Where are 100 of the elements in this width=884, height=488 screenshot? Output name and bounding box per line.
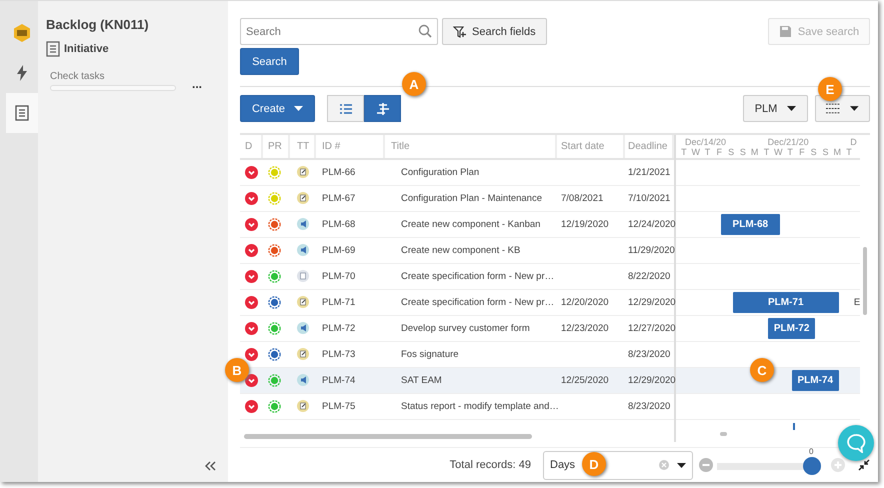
task-label: Check tasks [50,71,106,82]
chevron-circle-icon[interactable] [245,348,258,361]
day-label: T [845,146,853,157]
caret-icon [850,106,859,112]
slider-thumb[interactable] [803,457,821,476]
day-label: M [832,146,842,157]
week-label: Dec/14/20 [685,136,726,147]
id-cell-text: PLM-69 [321,244,356,258]
note-icon [297,348,309,360]
day-label: S [810,146,818,157]
gantt-bar[interactable]: PLM-68 [720,214,780,235]
scrollbar-thumb[interactable] [720,432,727,436]
note-icon [297,296,309,308]
chevron-circle-icon[interactable] [245,400,258,413]
gantt-bar[interactable]: PLM-71 [732,292,839,313]
search-field[interactable]: Search [240,18,438,45]
gantt-view-button[interactable] [364,95,401,122]
task-row[interactable]: PLM-67 Configuration Plan - Maintenance 7/08/2021 7/10/2021 [240,186,674,212]
task-row[interactable]: PLM-69 Create new component - KB 11/29/2020 [240,238,674,264]
week-label: D [850,136,857,147]
deadline-cell-text: 12/24/2020 [627,218,674,232]
title-cell-text: SAT EAM [400,374,443,388]
gantt-icon [376,102,388,115]
page-icon [297,270,309,282]
callout-badge: C [750,358,774,382]
filter-icon [453,26,466,38]
callout-badge: D [582,452,606,476]
id-cell-text: PLM-67 [321,192,356,206]
search-fields-button[interactable]: Search fields [442,18,547,45]
megaphone-icon [297,322,309,334]
id-cell-text: PLM-68 [321,218,356,232]
task-row[interactable]: PLM-74 SAT EAM 12/25/2020 12/29/2020 [240,368,674,394]
zoom-reading: 0 [809,447,814,458]
gantt-bar[interactable]: PLM-74 [792,370,839,391]
task-row[interactable]: PLM-75 Status report - modify template and… 8/23/2020 [240,394,674,420]
day-label: T [680,146,688,157]
title-cell-text: Status report - modify template and… [400,400,557,414]
collapse-sidebar-icon[interactable] [204,461,216,471]
chevron-circle-icon[interactable] [245,374,258,387]
megaphone-icon [297,218,309,230]
more-button[interactable]: ... [192,77,202,91]
task-row[interactable]: PLM-70 Create specification form - New pr… 8/22/2020 [240,264,674,290]
initiative-label: Initiative [64,43,109,55]
deadline-cell-text: 12/29/2020 [627,374,674,388]
caret-icon [787,106,796,112]
project-dropdown[interactable]: PLM [743,95,808,122]
shrink-icon[interactable] [858,459,870,472]
day-label: W [773,146,784,157]
column-settings-button[interactable] [815,95,870,122]
day-label: W [690,146,701,157]
callout-badge: A [402,72,426,96]
day-label: S [821,146,830,157]
task-row[interactable]: PLM-72 Develop survey customer form 12/23/2020 12/27/2020 [240,316,674,342]
task-row[interactable]: PLM-71 Create specification form - New pr… 12/20/2020 12/29/2020 [240,290,674,316]
timeline-marker [793,422,794,430]
speech-bubble-icon [846,433,866,453]
list-view-button[interactable] [327,95,364,122]
gantt-bar[interactable]: PLM-72 [768,318,816,339]
deadline-cell-text: 12/27/2020 [627,322,674,336]
chevron-circle-icon[interactable] [245,322,258,335]
chevron-circle-icon[interactable] [245,296,258,309]
caret-icon [677,462,686,468]
scrollbar-thumb[interactable] [863,246,867,315]
id-cell-text: PLM-66 [321,166,356,180]
title-cell-text: Develop survey customer form [400,322,531,336]
deadline-cell-text: 8/22/2020 [627,270,672,284]
day-label: F [798,146,806,157]
title-cell-text: Configuration Plan - Maintenance [400,192,544,206]
chevron-circle-icon[interactable] [245,192,258,205]
id-cell-text: PLM-70 [321,270,356,284]
scrollbar-thumb[interactable] [244,434,532,440]
task-row[interactable]: PLM-66 Configuration Plan 1/21/2021 [240,160,674,186]
note-icon [297,192,309,204]
chevron-circle-icon[interactable] [245,270,258,283]
dashed-lines-icon [826,103,840,114]
day-label: S [727,146,736,157]
start-date-cell: 7/08/2021 [561,192,604,204]
caret-icon [294,106,304,112]
hexagon-logo-icon [13,24,31,42]
id-cell-text: PLM-74 [321,374,356,388]
id-cell-text: PLM-75 [321,400,356,414]
total-records: Total records: 49 [450,459,531,472]
note-icon [297,166,309,178]
chevron-circle-icon[interactable] [245,166,258,179]
id-cell-text: PLM-73 [321,348,356,362]
start-date-cell: 12/20/2020 [561,296,609,308]
day-label: T [786,146,794,157]
chevron-circle-icon[interactable] [245,244,258,257]
megaphone-icon [297,244,309,256]
rail-tab[interactable] [6,93,38,133]
start-date-cell: 12/25/2020 [561,374,609,386]
callout-badge: E [818,77,842,101]
day-label: F [716,146,724,157]
deadline-cell-text: 8/23/2020 [627,348,672,362]
search-button[interactable]: Search [240,48,299,75]
chevron-circle-icon[interactable] [245,218,258,231]
list-icon [340,104,352,114]
create-button[interactable]: Create [240,95,315,122]
search-icon [418,24,432,38]
task-row[interactable]: PLM-68 Create new component - Kanban 12/19/2020 12/24/2020 [240,212,674,238]
